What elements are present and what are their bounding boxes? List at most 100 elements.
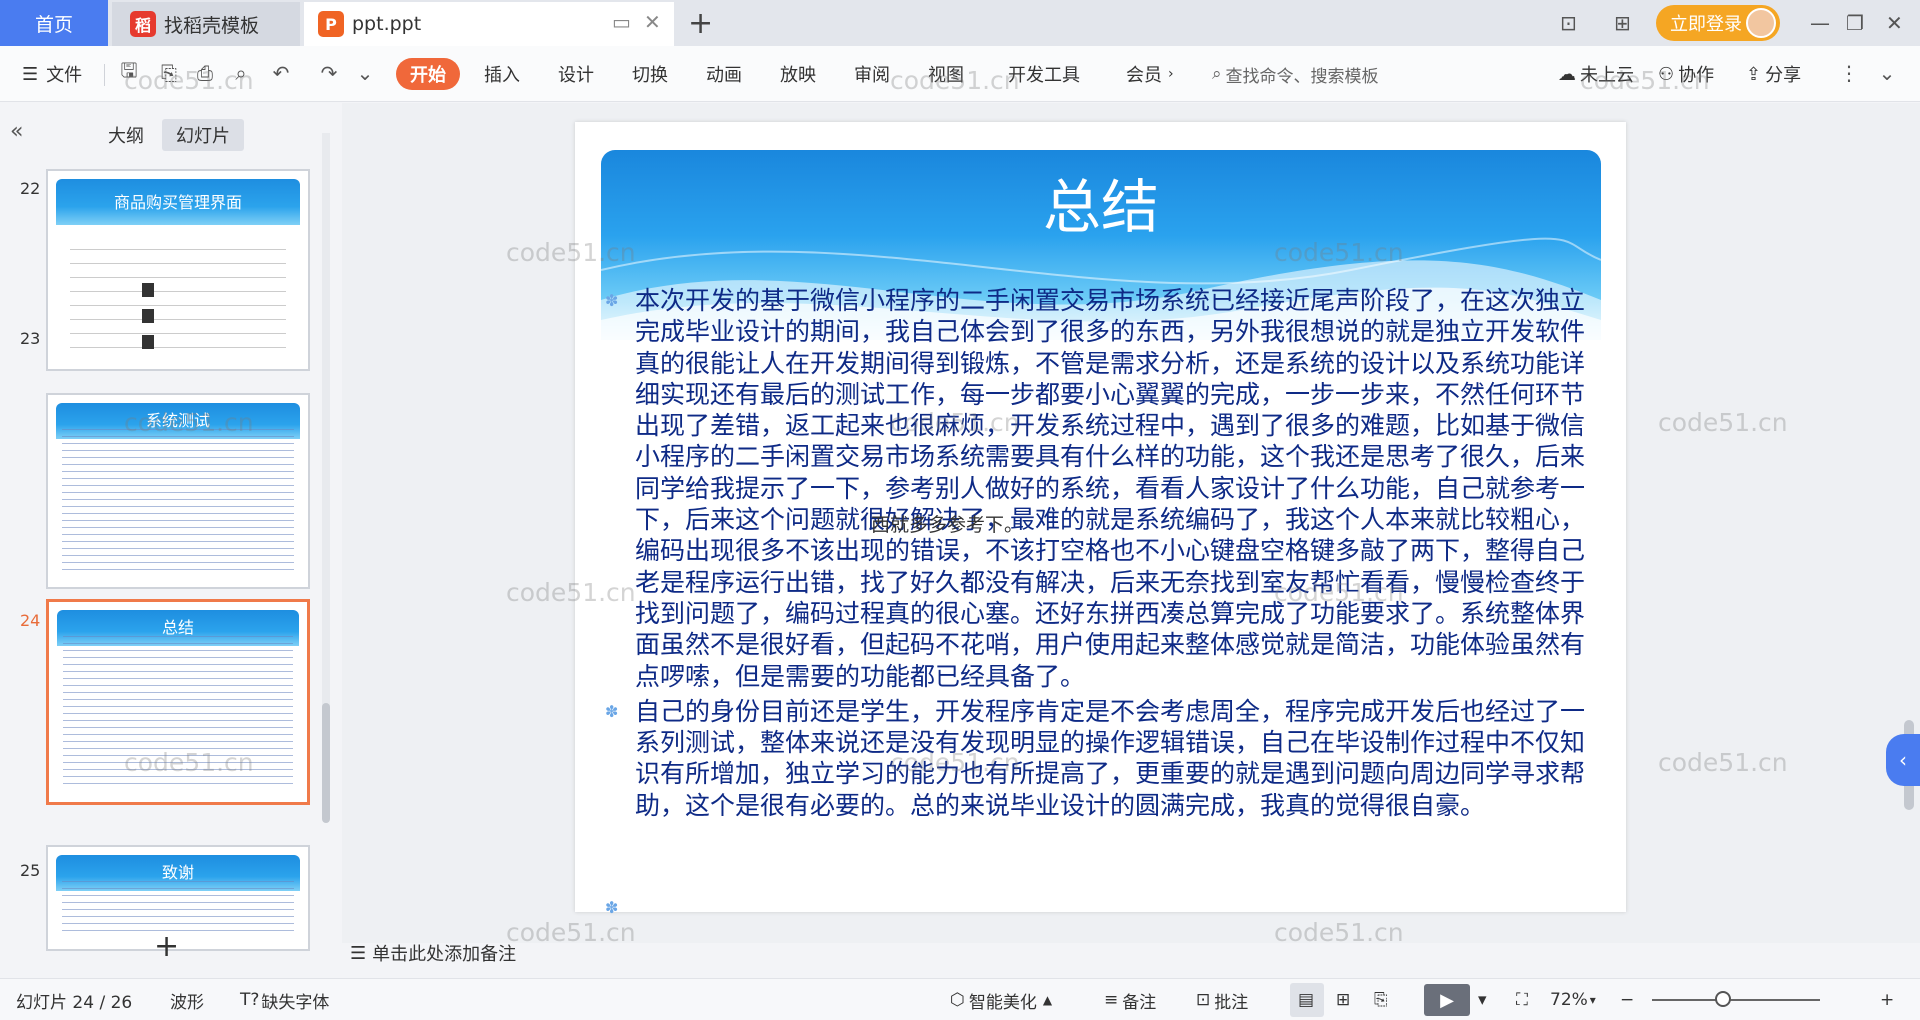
minimize-icon[interactable]: — bbox=[1810, 6, 1830, 40]
docer-logo-icon: 稻 bbox=[130, 11, 156, 37]
slide-body-text[interactable]: ✽ 本次开发的基于微信小程序的二手闲置交易市场系统已经接近尾声阶段了，在这次独立… bbox=[605, 285, 1590, 821]
bullet-icon: ✽ bbox=[605, 291, 619, 310]
chevron-down-icon: ▾ bbox=[1589, 993, 1596, 1007]
thumbnail-image bbox=[142, 283, 154, 297]
missing-font-button[interactable]: T? 缺失字体 bbox=[240, 987, 329, 1013]
command-search[interactable]: ⌕ 查找命令、搜索模板 bbox=[1212, 58, 1379, 90]
panel-scrollbar-thumb[interactable] bbox=[322, 703, 330, 823]
more-icon[interactable]: ⋮ bbox=[1836, 60, 1862, 86]
apps-grid-icon[interactable]: ⊞ bbox=[1614, 6, 1631, 40]
layout-icon[interactable]: ⊡ bbox=[1560, 6, 1577, 40]
save-icon[interactable]: 🖫 bbox=[116, 58, 142, 86]
tab-transition[interactable]: 切换 bbox=[632, 58, 668, 90]
collaborate-button[interactable]: ⚇ 协作 bbox=[1658, 58, 1714, 90]
restore-icon[interactable]: ❐ bbox=[1846, 6, 1864, 40]
canvas-scrollbar[interactable] bbox=[1901, 103, 1920, 943]
sorter-view-icon[interactable]: ⊞ bbox=[1336, 987, 1350, 1013]
templates-tab[interactable]: 稻 找稻壳模板 bbox=[112, 2, 300, 46]
normal-view-icon[interactable]: ▤ bbox=[1298, 987, 1314, 1013]
more-quick-icon[interactable]: ⌄ bbox=[352, 60, 378, 86]
play-slideshow-button[interactable]: ▶ bbox=[1424, 984, 1470, 1016]
bullet-icon: ✽ bbox=[605, 701, 619, 721]
thumbnail-text bbox=[62, 429, 294, 575]
zoom-out-icon[interactable]: − bbox=[1620, 987, 1634, 1013]
close-tab-icon[interactable]: ✕ bbox=[644, 0, 661, 44]
beautify-label: 智能美化 bbox=[968, 992, 1037, 1013]
tab-animation[interactable]: 动画 bbox=[706, 58, 742, 90]
comments-label: 批注 bbox=[1214, 992, 1249, 1013]
slide-thumbnail[interactable]: 系统测试 bbox=[46, 393, 310, 589]
caret-up-icon: ▲ bbox=[1042, 993, 1053, 1007]
overlapping-text-box[interactable]: 西就多多参考下。 bbox=[871, 510, 1023, 537]
menu-icon: ☰ bbox=[22, 63, 39, 85]
tab-start[interactable]: 开始 bbox=[396, 58, 460, 90]
thumbnail-title: 商品购买管理界面 bbox=[56, 179, 300, 225]
notes-label: 备注 bbox=[1122, 992, 1157, 1013]
tab-review[interactable]: 审阅 bbox=[854, 58, 890, 90]
divider bbox=[104, 64, 105, 86]
add-slide-button[interactable]: + bbox=[154, 929, 179, 964]
collapse-panel-icon[interactable]: « bbox=[10, 119, 23, 144]
tab-developer[interactable]: 开发工具 bbox=[1008, 58, 1080, 90]
comment-icon: ⊡ bbox=[1196, 990, 1211, 1010]
cloud-status-button[interactable]: ☁ 未上云 bbox=[1558, 58, 1634, 90]
notes-area[interactable]: ☰ 单击此处添加备注 bbox=[350, 940, 516, 966]
avatar bbox=[1746, 8, 1776, 38]
slide-thumbnail-active[interactable]: 总结 bbox=[46, 599, 310, 805]
slide-thumbnail[interactable]: 商品购买管理界面 bbox=[46, 169, 310, 371]
current-slide[interactable]: 总结 ✽ 本次开发的基于微信小程序的二手闲置交易市场系统已经接近尾声阶段了，在这… bbox=[575, 122, 1626, 917]
smart-beautify-button[interactable]: ⬡ 智能美化 ▲ bbox=[950, 987, 1052, 1013]
status-bar: 幻灯片 24 / 26 波形 T? 缺失字体 ⬡ 智能美化 ▲ ≡ 备注 ⊡ 批… bbox=[0, 978, 1920, 1020]
zoom-in-icon[interactable]: + bbox=[1880, 987, 1894, 1013]
tab-member[interactable]: 会员 › bbox=[1126, 58, 1174, 90]
tab-slides[interactable]: 幻灯片 bbox=[162, 119, 244, 151]
close-window-icon[interactable]: ✕ bbox=[1886, 6, 1903, 40]
document-tab-label: ppt.ppt bbox=[352, 13, 422, 35]
slide-number: 22 bbox=[20, 179, 41, 198]
undo-icon[interactable]: ↶ bbox=[268, 60, 294, 86]
bullet-paragraph: ✽ 本次开发的基于微信小程序的二手闲置交易市场系统已经接近尾声阶段了，在这次独立… bbox=[605, 285, 1590, 692]
font-icon: T? bbox=[240, 990, 260, 1010]
tab-slideshow[interactable]: 放映 bbox=[780, 58, 816, 90]
tab-view[interactable]: 视图 bbox=[928, 58, 964, 90]
templates-tab-label: 找稻壳模板 bbox=[164, 14, 260, 37]
fit-window-icon[interactable]: ⛶ bbox=[1516, 987, 1528, 1013]
expand-sidebar-icon[interactable]: ‹ bbox=[1886, 734, 1920, 786]
share-label: 分享 bbox=[1765, 65, 1802, 86]
home-tab[interactable]: 首页 bbox=[0, 0, 108, 46]
chevron-right-icon: › bbox=[1168, 66, 1174, 82]
export-icon[interactable]: ⎘ bbox=[156, 60, 182, 86]
slide-title[interactable]: 总结 bbox=[601, 160, 1601, 244]
beautify-icon: ⬡ bbox=[950, 990, 965, 1010]
reading-view-icon[interactable]: ⎘ bbox=[1374, 987, 1388, 1013]
file-menu-button[interactable]: ☰ 文件 bbox=[22, 58, 82, 90]
zoom-slider[interactable] bbox=[1652, 999, 1820, 1001]
zoom-slider-handle[interactable] bbox=[1715, 991, 1731, 1007]
presentation-icon: P bbox=[318, 11, 344, 37]
tab-outline[interactable]: 大纲 bbox=[100, 119, 152, 151]
search-placeholder: 查找命令、搜索模板 bbox=[1225, 66, 1379, 87]
collapse-ribbon-icon[interactable]: ⌄ bbox=[1874, 60, 1900, 86]
comments-button[interactable]: ⊡ 批注 bbox=[1196, 987, 1248, 1013]
login-button[interactable]: 立即登录 bbox=[1656, 5, 1780, 41]
tab-design[interactable]: 设计 bbox=[558, 58, 594, 90]
slide-number: 25 bbox=[20, 861, 41, 880]
zoom-level[interactable]: 72% ▾ bbox=[1550, 987, 1596, 1013]
print-preview-icon[interactable]: ⌕ bbox=[228, 60, 254, 86]
new-tab-button[interactable]: + bbox=[688, 6, 713, 41]
bullet-paragraph: ✽ 自己的身份目前还是学生，开发程序肯定是不会考虑周全，程序完成开发后也经过了一… bbox=[605, 696, 1590, 821]
thumbnail-table bbox=[70, 249, 286, 359]
zoom-label: 72% bbox=[1550, 990, 1588, 1010]
play-options-icon[interactable]: ▾ bbox=[1478, 987, 1487, 1013]
paragraph-text: 本次开发的基于微信小程序的二手闲置交易市场系统已经接近尾声阶段了，在这次独立完成… bbox=[635, 286, 1586, 691]
slides-panel: « 大纲 幻灯片 22 商品购买管理界面 23 系统测试 24 总结 25 致谢 bbox=[0, 103, 340, 964]
notes-button[interactable]: ≡ 备注 bbox=[1104, 987, 1156, 1013]
share-icon: ⇪ bbox=[1746, 63, 1762, 85]
redo-icon[interactable]: ↷ bbox=[316, 60, 342, 86]
tab-insert[interactable]: 插入 bbox=[484, 58, 520, 90]
share-button[interactable]: ⇪ 分享 bbox=[1746, 58, 1801, 90]
print-icon[interactable]: ⎙ bbox=[192, 60, 218, 86]
ribbon-toolbar: ☰ 文件 🖫 ⎘ ⎙ ⌕ ↶ ↷ ⌄ 开始 插入 设计 切换 动画 放映 审阅 … bbox=[0, 46, 1920, 102]
tab-window-icon[interactable]: ▭ bbox=[612, 0, 631, 44]
theme-name[interactable]: 波形 bbox=[170, 987, 204, 1013]
